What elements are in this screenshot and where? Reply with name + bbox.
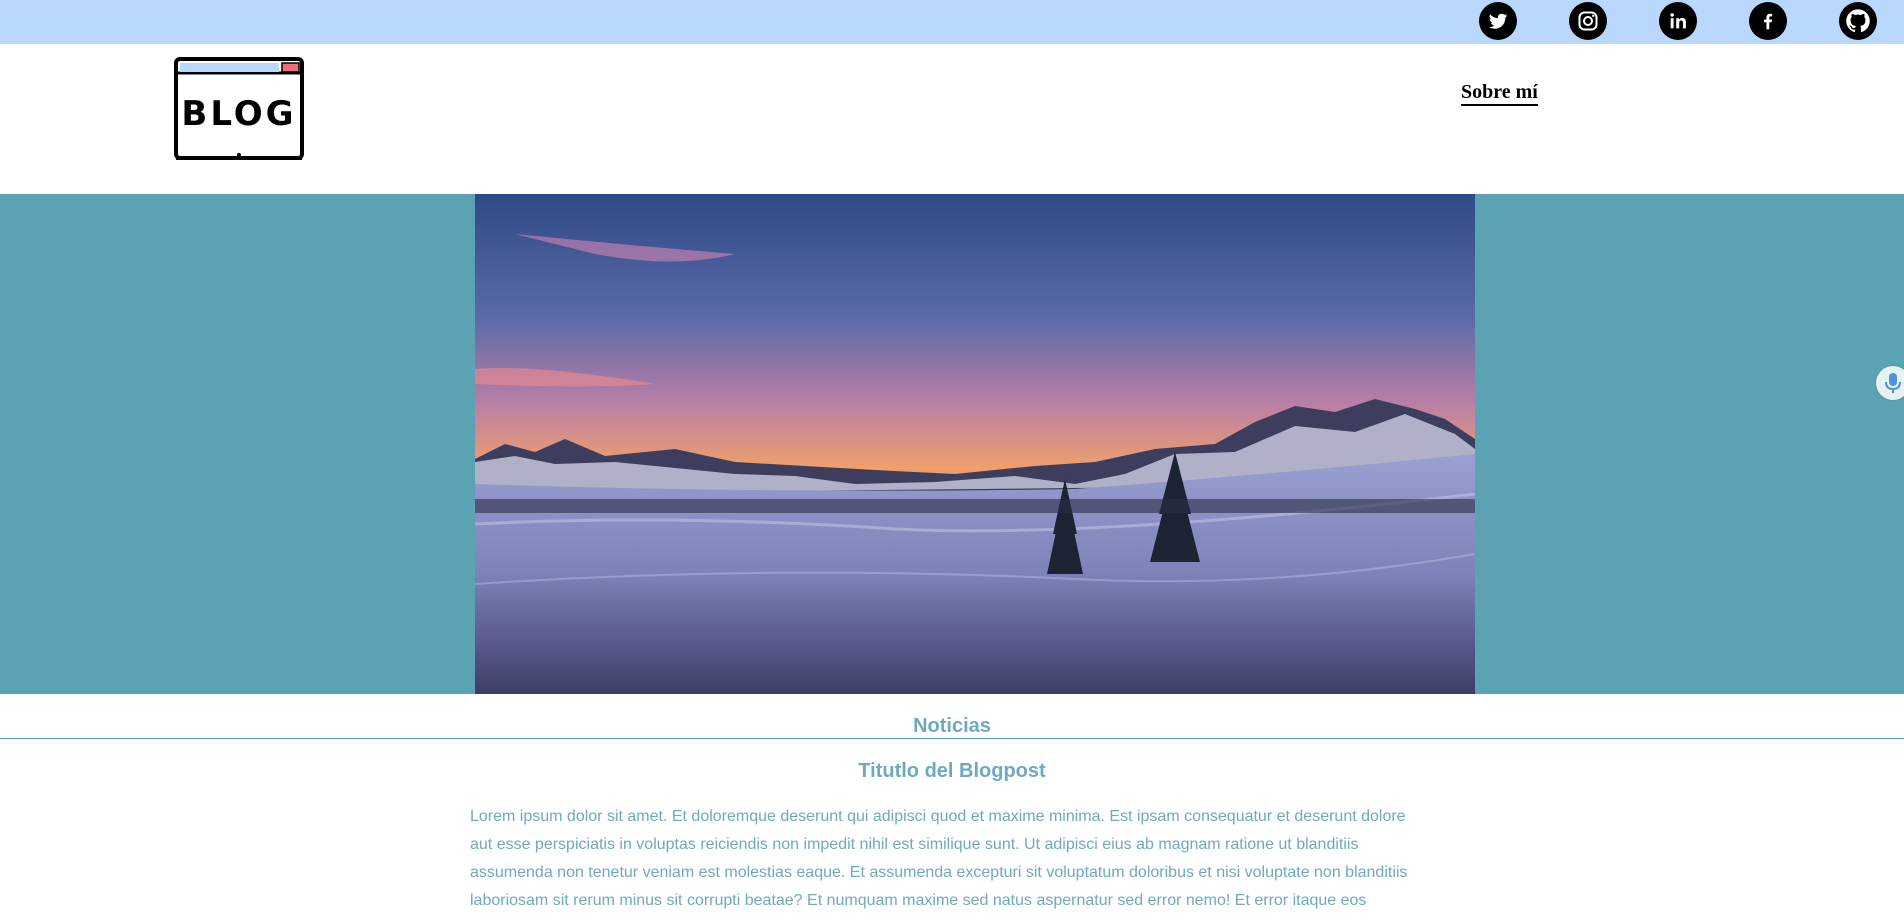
- site-header: BLOG Sobre mí: [0, 44, 1904, 194]
- section-divider: [0, 738, 1904, 739]
- post-body: Lorem ipsum dolor sit amet. Et doloremqu…: [470, 808, 1408, 909]
- nav-about-link[interactable]: Sobre mí: [1461, 81, 1538, 106]
- blog-logo[interactable]: BLOG: [174, 57, 304, 160]
- logo-text: BLOG: [181, 94, 297, 134]
- linkedin-icon[interactable]: [1659, 2, 1697, 40]
- twitter-icon[interactable]: [1479, 2, 1517, 40]
- post-title[interactable]: Titutlo del Blogpost: [0, 759, 1904, 783]
- hero-banner: [0, 194, 1904, 694]
- microphone-icon[interactable]: [1876, 366, 1904, 400]
- github-icon[interactable]: [1839, 2, 1877, 40]
- section-title: Noticias: [913, 715, 991, 737]
- facebook-icon[interactable]: [1749, 2, 1787, 40]
- instagram-icon[interactable]: [1569, 2, 1607, 40]
- social-bar: [0, 0, 1904, 44]
- hero-image: [475, 194, 1475, 694]
